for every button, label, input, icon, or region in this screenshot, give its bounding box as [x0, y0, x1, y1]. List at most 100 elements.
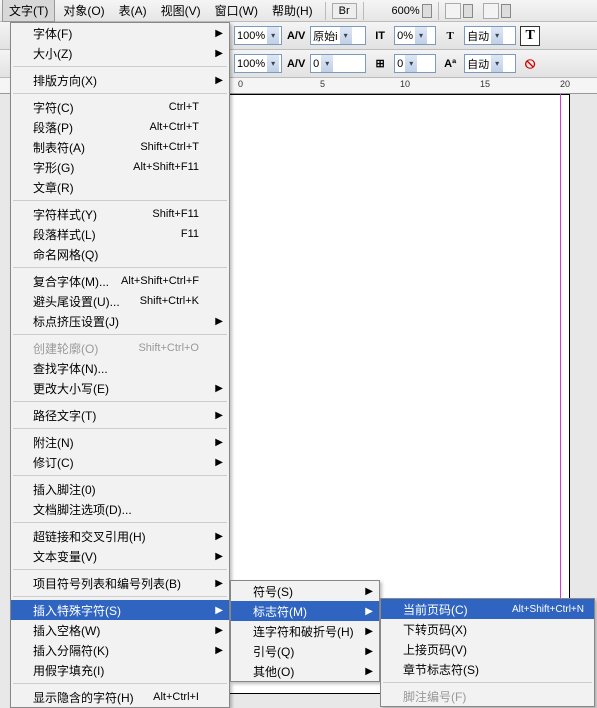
text-menu-item[interactable]: 插入脚注(0) — [11, 479, 229, 499]
menu-separator — [13, 522, 227, 523]
no-break-icon[interactable]: ⦸ — [520, 54, 540, 74]
menu-table[interactable]: 表(A) — [113, 0, 153, 21]
submenu-arrow-icon: ▶ — [215, 551, 223, 562]
scale-x-field[interactable]: 100%▾ — [234, 26, 282, 45]
text-menu-item[interactable]: 用假字填充(I) — [11, 660, 229, 680]
dropdown-icon[interactable] — [463, 4, 473, 18]
menu-item-label: 字符(C) — [33, 99, 74, 116]
text-menu-item[interactable]: 文档脚注选项(D)... — [11, 499, 229, 519]
special-char-item[interactable]: 连字符和破折号(H)▶ — [231, 621, 379, 641]
kerning-icon: A/V — [286, 26, 306, 46]
vertical-scale-field[interactable]: 0%▾ — [394, 26, 436, 45]
menu-shortcut: Shift+F11 — [152, 208, 199, 220]
baseline-field[interactable]: 0▾ — [394, 54, 436, 73]
menu-shortcut: Shift+Ctrl+T — [140, 141, 199, 153]
text-menu-item: 创建轮廓(O)Shift+Ctrl+O — [11, 338, 229, 358]
text-menu-item[interactable]: 字符样式(Y)Shift+F11 — [11, 204, 229, 224]
tracking-field[interactable]: 0▾ — [310, 54, 366, 73]
submenu-arrow-icon: ▶ — [215, 48, 223, 59]
separator — [363, 2, 364, 20]
menu-item-label: 章节标志符(S) — [403, 661, 479, 678]
text-menu-item[interactable]: 插入空格(W)▶ — [11, 620, 229, 640]
text-menu-item[interactable]: 避头尾设置(U)...Shift+Ctrl+K — [11, 291, 229, 311]
text-menu-item[interactable]: 项目符号列表和编号列表(B)▶ — [11, 573, 229, 593]
menu-help[interactable]: 帮助(H) — [266, 0, 319, 21]
text-menu-item[interactable]: 字体(F)▶ — [11, 23, 229, 43]
text-menu-item[interactable]: 显示隐含的字符(H)Alt+Ctrl+I — [11, 687, 229, 707]
text-menu-item[interactable]: 超链接和交叉引用(H)▶ — [11, 526, 229, 546]
text-menu-item[interactable]: 文本变量(V)▶ — [11, 546, 229, 566]
menu-item-label: 文档脚注选项(D)... — [33, 501, 132, 518]
bridge-button[interactable]: Br — [332, 3, 357, 19]
menu-item-label: 复合字体(M)... — [33, 273, 109, 290]
text-menu-item[interactable]: 段落样式(L)F11 — [11, 224, 229, 244]
ruler-tick: 20 — [560, 79, 570, 89]
menu-shortcut: Alt+Shift+F11 — [133, 161, 199, 173]
tracking-icon: A/V — [286, 54, 306, 74]
special-char-item[interactable]: 符号(S)▶ — [231, 581, 379, 601]
menu-item-label: 标志符(M) — [253, 603, 307, 620]
submenu-arrow-icon: ▶ — [215, 645, 223, 656]
text-menu-item[interactable]: 文章(R) — [11, 177, 229, 197]
markers-item[interactable]: 上接页码(V) — [381, 639, 594, 659]
menu-item-label: 超链接和交叉引用(H) — [33, 528, 146, 545]
menu-item-label: 上接页码(V) — [403, 641, 467, 658]
special-char-item[interactable]: 标志符(M)▶ — [231, 601, 379, 621]
menu-shortcut: Shift+Ctrl+O — [138, 342, 199, 354]
menu-item-label: 显示隐含的字符(H) — [33, 689, 134, 706]
text-menu-item[interactable]: 字形(G)Alt+Shift+F11 — [11, 157, 229, 177]
submenu-arrow-icon: ▶ — [365, 646, 373, 657]
text-menu-item[interactable]: 复合字体(M)...Alt+Shift+Ctrl+F — [11, 271, 229, 291]
kerning-field[interactable]: 原始i▾ — [310, 26, 366, 45]
text-menu-item[interactable]: 字符(C)Ctrl+T — [11, 97, 229, 117]
menu-item-label: 插入脚注(0) — [33, 481, 96, 498]
text-menu-item[interactable]: 插入特殊字符(S)▶ — [11, 600, 229, 620]
screen-mode-icon[interactable] — [483, 3, 499, 19]
text-menu-item[interactable]: 制表符(A)Shift+Ctrl+T — [11, 137, 229, 157]
menu-item-label: 插入空格(W) — [33, 622, 100, 639]
zoom-dropdown-icon[interactable] — [422, 4, 432, 18]
dropdown-icon[interactable] — [501, 4, 511, 18]
menu-separator — [13, 93, 227, 94]
text-menu-item[interactable]: 插入分隔符(K)▶ — [11, 640, 229, 660]
text-menu-item[interactable]: 排版方向(X)▶ — [11, 70, 229, 90]
menu-text[interactable]: 文字(T) — [2, 0, 55, 22]
text-menu-item[interactable]: 查找字体(N)... — [11, 358, 229, 378]
text-menu-item[interactable]: 更改大小写(E)▶ — [11, 378, 229, 398]
special-char-item[interactable]: 其他(O)▶ — [231, 661, 379, 681]
markers-submenu: 当前页码(C)Alt+Shift+Ctrl+N下转页码(X) 上接页码(V) 章节标… — [380, 598, 595, 707]
menu-view[interactable]: 视图(V) — [155, 0, 207, 21]
menu-separator — [13, 401, 227, 402]
text-menu-item[interactable]: 修订(C) ▶ — [11, 452, 229, 472]
markers-item[interactable]: 当前页码(C)Alt+Shift+Ctrl+N — [381, 599, 594, 619]
text-menu-item[interactable]: 段落(P)Alt+Ctrl+T — [11, 117, 229, 137]
zoom-value[interactable]: 600% — [370, 5, 420, 17]
menu-shortcut: Alt+Ctrl+T — [149, 121, 199, 133]
text-menu-item[interactable]: 大小(Z)▶ — [11, 43, 229, 63]
auto-field-1[interactable]: 自动▾ — [464, 26, 516, 45]
markers-item[interactable]: 章节标志符(S) — [381, 659, 594, 679]
text-menu-item[interactable]: 附注(N)▶ — [11, 432, 229, 452]
type-tool-icon[interactable]: T — [520, 26, 540, 46]
text-menu-item[interactable]: 标点挤压设置(J)▶ — [11, 311, 229, 331]
text-menu-dropdown: 字体(F)▶大小(Z)▶ 排版方向(X)▶ 字符(C)Ctrl+T段落(P)Alt+… — [10, 22, 230, 708]
special-char-item[interactable]: 引号(Q)▶ — [231, 641, 379, 661]
view-mode-icon[interactable] — [445, 3, 461, 19]
markers-item[interactable]: 下转页码(X) — [381, 619, 594, 639]
submenu-arrow-icon: ▶ — [215, 316, 223, 327]
menu-separator — [13, 66, 227, 67]
text-menu-item[interactable]: 路径文字(T)▶ — [11, 405, 229, 425]
menu-item-label: 修订(C) — [33, 454, 74, 471]
scale-y-field[interactable]: 100%▾ — [234, 54, 282, 73]
menu-item-label: 查找字体(N)... — [33, 360, 108, 377]
menu-separator — [13, 428, 227, 429]
menu-window[interactable]: 窗口(W) — [209, 0, 264, 21]
text-menu-item[interactable]: 命名网格(Q) — [11, 244, 229, 264]
menu-object[interactable]: 对象(O) — [57, 0, 110, 21]
auto-field-2[interactable]: 自动▾ — [464, 54, 516, 73]
leading-icon: Aª — [440, 54, 460, 74]
menu-shortcut: F11 — [181, 228, 199, 240]
submenu-arrow-icon: ▶ — [365, 666, 373, 677]
menu-shortcut: Shift+Ctrl+K — [140, 295, 199, 307]
submenu-arrow-icon: ▶ — [215, 457, 223, 468]
